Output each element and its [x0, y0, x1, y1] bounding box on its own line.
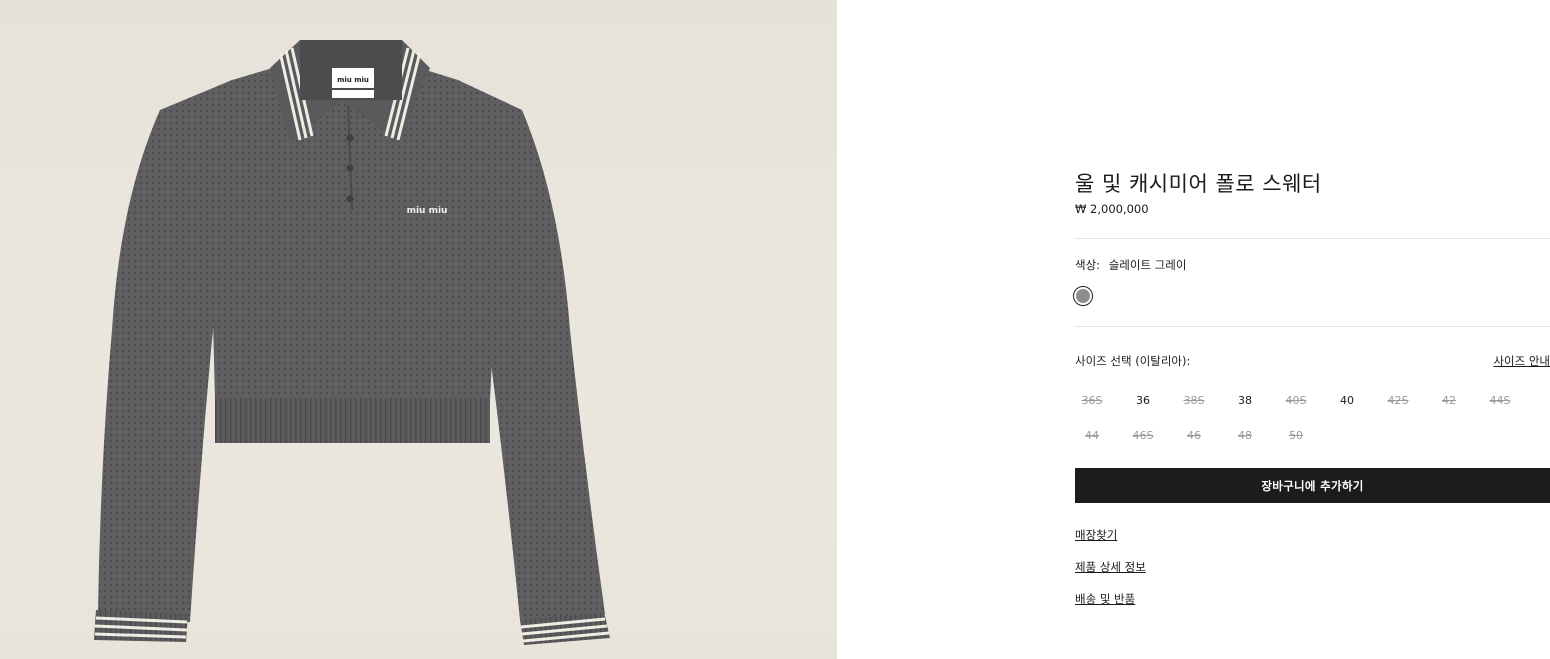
- size-guide-link[interactable]: 사이즈 안내: [1493, 353, 1550, 369]
- product-title: 울 및 캐시미어 폴로 스웨터: [1075, 172, 1322, 196]
- size-option[interactable]: 48: [1229, 423, 1261, 449]
- size-option[interactable]: 46S: [1127, 423, 1159, 449]
- chest-logo: miu miu: [407, 206, 448, 216]
- color-label: 색상:: [1075, 258, 1101, 272]
- color-row: 색상: 슬레이트 그레이: [1075, 257, 1186, 273]
- size-option[interactable]: 36: [1127, 388, 1159, 414]
- color-swatch-slate-gray[interactable]: [1073, 286, 1093, 306]
- size-option[interactable]: 36S: [1076, 388, 1108, 414]
- divider: [1075, 238, 1550, 239]
- size-option[interactable]: 50: [1280, 423, 1312, 449]
- product-price: ₩ 2,000,000: [1075, 202, 1149, 216]
- shipping-returns-link[interactable]: 배송 및 반품: [1075, 591, 1135, 607]
- size-option[interactable]: 42: [1433, 388, 1465, 414]
- size-option[interactable]: 40S: [1280, 388, 1312, 414]
- size-option[interactable]: 44S: [1484, 388, 1516, 414]
- size-option[interactable]: 38: [1229, 388, 1261, 414]
- product-image-panel: miu miu miu miu: [0, 0, 837, 659]
- color-value: 슬레이트 그레이: [1108, 258, 1187, 272]
- size-select-label: 사이즈 선택 (이탈리아):: [1075, 354, 1191, 368]
- add-to-cart-button[interactable]: 장바구니에 추가하기: [1075, 468, 1550, 503]
- product-image: miu miu miu miu: [94, 40, 610, 645]
- product-info-panel: 울 및 캐시미어 폴로 스웨터 ₩ 2,000,000 색상: 슬레이트 그레이…: [1073, 0, 1550, 659]
- size-option[interactable]: 40: [1331, 388, 1363, 414]
- store-finder-link[interactable]: 매장찾기: [1075, 527, 1117, 543]
- size-option[interactable]: 44: [1076, 423, 1108, 449]
- divider: [1075, 326, 1550, 327]
- size-option[interactable]: 42S: [1382, 388, 1414, 414]
- swatch-fill: [1076, 289, 1090, 303]
- product-details-link[interactable]: 제품 상세 정보: [1075, 559, 1146, 575]
- size-option[interactable]: 38S: [1178, 388, 1210, 414]
- collar-label-logo: miu miu: [337, 76, 369, 84]
- size-option[interactable]: 46: [1178, 423, 1210, 449]
